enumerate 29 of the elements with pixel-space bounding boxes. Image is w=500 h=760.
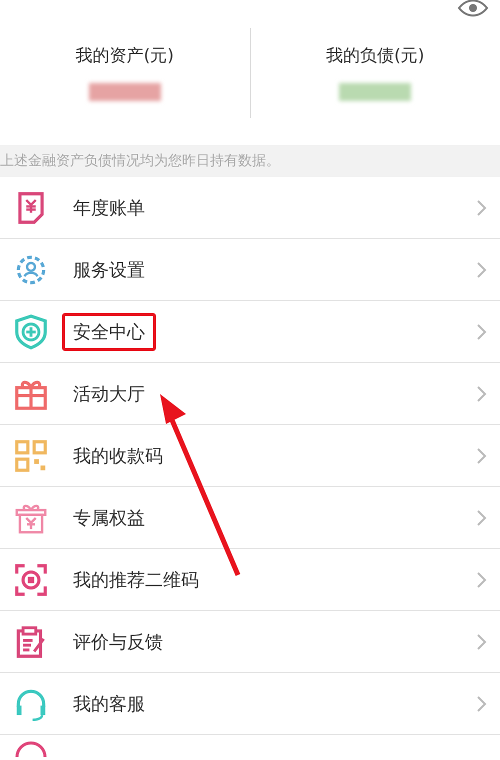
chevron-icon [476,322,488,340]
chevron-icon [476,632,488,650]
menu-label: 专属权益 [72,506,146,530]
menu-label: 服务设置 [72,258,146,282]
menu-label: 安全中心 [62,312,156,350]
menu-label: 我的客服 [72,692,146,716]
menu-item[interactable]: 年度账单 [0,177,500,239]
menu-label: 活动大厅 [72,382,146,406]
menu-item[interactable]: 服务设置 [0,239,500,301]
summary-label: 我的负债(元) [326,45,424,67]
chevron-icon [476,260,488,278]
summary-label: 我的资产(元) [76,45,174,67]
menu-item[interactable]: 评价与反馈 [0,611,500,673]
menu-label: 评价与反馈 [72,630,164,654]
menu-item[interactable]: 安全中心 [0,301,500,363]
menu-label: 我的收款码 [72,444,164,468]
menu-item[interactable]: 专属权益 [0,487,500,549]
menu-item[interactable]: 我的收款码 [0,425,500,487]
menu-item[interactable]: 我的推荐二维码 [0,549,500,611]
notice-text: 上述金融资产负债情况均为您昨日持有数据。 [0,152,280,170]
chevron-icon [476,508,488,526]
chevron-icon [476,198,488,216]
menu-item[interactable]: 我的客服 [0,673,500,735]
menu-label: 年度账单 [72,196,146,220]
menu-label: 我的推荐二维码 [72,568,200,592]
chevron-icon [476,570,488,588]
chevron-icon [476,384,488,402]
chevron-icon [476,446,488,464]
chevron-icon [476,694,488,712]
